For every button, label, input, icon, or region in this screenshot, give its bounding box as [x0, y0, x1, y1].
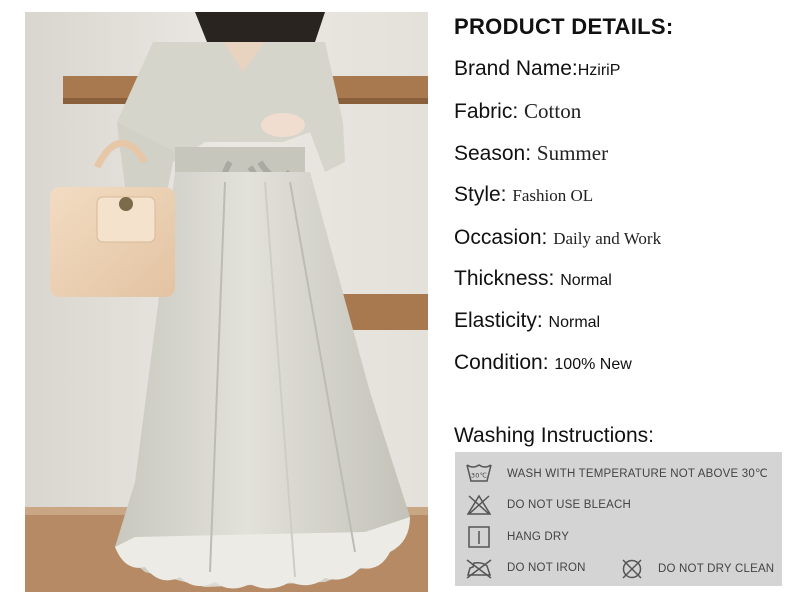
wash-instruction-item: 30℃ WASH WITH TEMPERATURE NOT ABOVE 30℃: [465, 462, 768, 484]
washing-instructions-heading: Washing Instructions:: [454, 424, 654, 447]
detail-label: Season:: [454, 142, 537, 165]
detail-season: Season: Summer: [454, 140, 608, 167]
hang-dry-icon: [468, 526, 490, 548]
detail-brand-name: Brand Name:HziriP: [454, 56, 620, 84]
detail-style: Style: Fashion OL: [454, 182, 593, 209]
detail-value: Normal: [560, 272, 612, 289]
detail-value: Daily and Work: [553, 229, 662, 248]
detail-label: Fabric:: [454, 100, 525, 123]
wash-instruction-text: DO NOT IRON: [507, 562, 586, 574]
no-dry-clean-icon: [622, 559, 642, 579]
detail-label: Occasion:: [454, 226, 554, 249]
detail-value: Normal: [548, 314, 601, 331]
detail-value: 100% New: [554, 356, 632, 373]
no-bleach-icon: [466, 494, 492, 515]
wash-instruction-text: DO NOT USE BLEACH: [507, 499, 631, 511]
wash-instruction-text: WASH WITH TEMPERATURE NOT ABOVE 30℃: [507, 468, 769, 480]
svg-text:30℃: 30℃: [471, 472, 487, 480]
detail-value: Cotton: [524, 99, 582, 123]
detail-value: Fashion OL: [512, 186, 594, 205]
wash-instruction-text: HANG DRY: [507, 531, 570, 543]
detail-condition: Condition: 100% New: [454, 350, 632, 378]
detail-elasticity: Elasticity: Normal: [454, 308, 600, 336]
wash-instruction-item: DO NOT IRON: [465, 557, 586, 579]
detail-value: HziriP: [577, 62, 621, 79]
detail-value: Summer: [536, 141, 609, 165]
detail-label: Condition:: [454, 351, 555, 374]
wash-instruction-text: DO NOT DRY CLEAN: [658, 563, 775, 575]
detail-fabric: Fabric: Cotton: [454, 98, 581, 125]
no-iron-icon: [466, 559, 492, 579]
detail-occasion: Occasion: Daily and Work: [454, 225, 661, 252]
detail-label: Style:: [454, 183, 513, 206]
detail-thickness: Thickness: Normal: [454, 266, 612, 294]
washing-instructions-panel: 30℃ WASH WITH TEMPERATURE NOT ABOVE 30℃ …: [455, 452, 782, 586]
wash-instruction-item: DO NOT USE BLEACH: [465, 494, 631, 516]
detail-label: Brand Name:: [454, 57, 578, 80]
wash-30-icon: 30℃: [466, 464, 492, 482]
detail-label: Thickness:: [454, 267, 561, 290]
wash-instruction-item: HANG DRY: [465, 526, 569, 548]
wash-instruction-item: DO NOT DRY CLEAN: [620, 558, 774, 580]
product-details-heading: PRODUCT DETAILS:: [454, 14, 674, 39]
detail-label: Elasticity:: [454, 309, 549, 332]
product-photo: [25, 12, 428, 592]
